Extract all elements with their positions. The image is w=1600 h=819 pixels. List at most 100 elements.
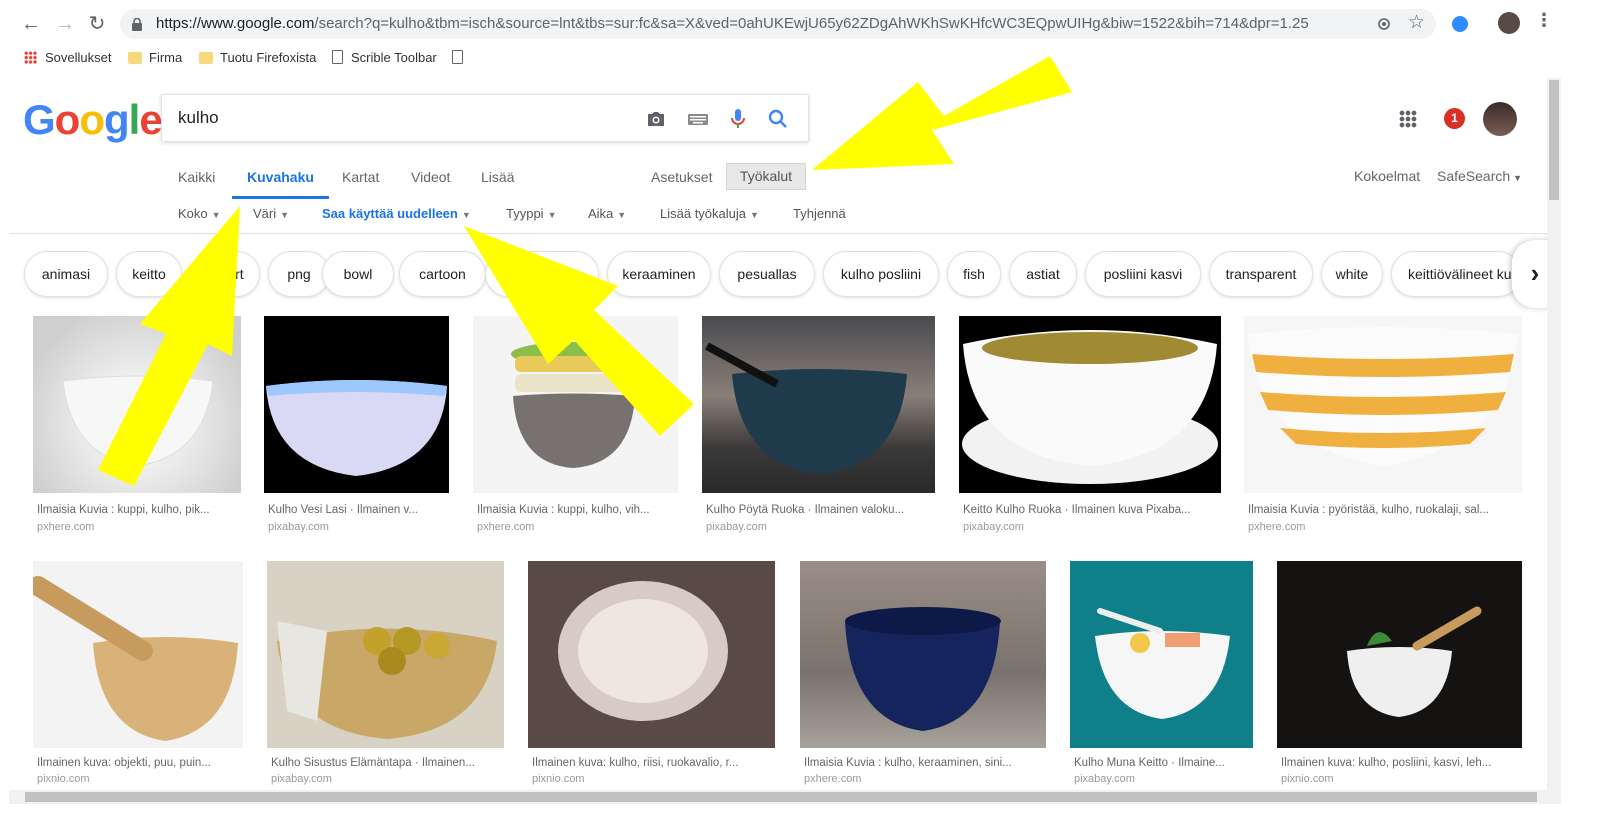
result-thumbnail[interactable] [33, 316, 241, 493]
suggestion-chip[interactable]: clipart [190, 251, 260, 297]
result-source: pixnio.com [37, 773, 90, 785]
image-result[interactable]: Kulho Vesi Lasi · Ilmainen v... pixabay.… [264, 316, 449, 538]
image-result[interactable]: Ilmainen kuva: kulho, riisi, ruokavalio,… [528, 561, 775, 785]
result-thumbnail[interactable] [702, 316, 935, 493]
result-thumbnail[interactable] [473, 316, 678, 493]
filter-more-tools[interactable]: Lisää työkaluja ▼ [660, 206, 759, 221]
vertical-scroll-thumb[interactable] [1549, 80, 1559, 200]
result-source: pixabay.com [1074, 773, 1135, 785]
suggestion-chip[interactable]: cartoon [399, 251, 486, 297]
result-thumbnail[interactable] [267, 561, 504, 748]
caret-down-icon: ▼ [211, 210, 221, 220]
result-caption: Ilmainen kuva: kulho, riisi, ruokavalio,… [532, 757, 739, 769]
tab-kuvahaku[interactable]: Kuvahaku [232, 169, 329, 199]
zoom-extension-icon[interactable] [1452, 16, 1468, 32]
filter-label: Aika [588, 206, 614, 221]
image-result[interactable]: Ilmainen kuva: kulho, posliini, kasvi, l… [1277, 561, 1522, 785]
filter-type[interactable]: Tyyppi ▼ [506, 206, 557, 221]
result-source: pixabay.com [963, 521, 1024, 533]
suggestion-chip[interactable]: white [1321, 251, 1383, 297]
tab-videot[interactable]: Videot [411, 169, 450, 199]
microphone-icon[interactable] [726, 107, 750, 131]
suggestion-chip[interactable]: pesuallas [719, 251, 815, 297]
suggestion-chip[interactable]: transparent [1209, 251, 1313, 297]
suggestion-chip[interactable]: keitto [116, 251, 182, 297]
search-input[interactable]: kulho [178, 108, 219, 128]
filter-label: Saa käyttää uudelleen [322, 206, 458, 221]
page-icon [452, 50, 463, 64]
google-logo[interactable]: Google [23, 96, 163, 144]
filter-clear[interactable]: Tyhjennä [793, 206, 846, 221]
result-thumbnail[interactable] [1244, 316, 1522, 493]
result-thumbnail[interactable] [528, 561, 775, 748]
safesearch-label: SafeSearch [1437, 168, 1511, 184]
settings-link[interactable]: Asetukset [651, 169, 712, 199]
image-result[interactable]: Ilmaisia Kuvia : kulho, keraaminen, sini… [800, 561, 1046, 785]
suggestion-chip[interactable]: posliini kasvi [1085, 251, 1201, 297]
suggestion-chip[interactable]: astiat [1009, 251, 1077, 297]
tab-kartat[interactable]: Kartat [342, 169, 379, 199]
search-box[interactable]: kulho [161, 94, 809, 142]
result-thumbnail[interactable] [800, 561, 1046, 748]
caret-down-icon: ▼ [461, 210, 471, 220]
bowl-image [62, 375, 214, 467]
bookmark-star-icon[interactable]: ☆ [1408, 11, 1425, 34]
image-result[interactable]: Ilmainen kuva: objekti, puu, puin... pix… [33, 561, 243, 785]
result-thumbnail[interactable] [959, 316, 1221, 493]
filter-usage-rights[interactable]: Saa käyttää uudelleen ▼ [322, 206, 471, 221]
suggestion-chip[interactable]: png [268, 251, 330, 297]
reload-icon[interactable]: ↻ [84, 11, 110, 37]
tab-kaikki[interactable]: Kaikki [178, 169, 215, 199]
collections-link[interactable]: Kokoelmat [1354, 168, 1420, 198]
caret-down-icon: ▼ [1513, 173, 1523, 183]
result-source: pixabay.com [706, 521, 767, 533]
filter-label: Väri [253, 206, 277, 221]
search-icon[interactable] [766, 107, 790, 131]
bookmark-untitled[interactable] [452, 48, 471, 68]
bookmark-label: Tuotu Firefoxista [220, 50, 317, 65]
image-result[interactable]: Keitto Kulho Ruoka · Ilmainen kuva Pixab… [959, 316, 1221, 538]
result-thumbnail[interactable] [1070, 561, 1253, 748]
keyboard-icon[interactable] [686, 107, 710, 131]
filter-color[interactable]: Väri ▼ [253, 206, 289, 221]
caret-down-icon: ▼ [547, 210, 557, 220]
location-target-icon[interactable] [1376, 16, 1392, 32]
back-icon[interactable]: ← [18, 11, 44, 37]
horizontal-scroll-thumb[interactable] [25, 792, 1537, 802]
suggestion-chip[interactable]: keraaminen [607, 251, 711, 297]
bookmark-sovellukset[interactable]: Sovellukset [24, 48, 111, 68]
header-divider [9, 233, 1547, 234]
result-thumbnail[interactable] [1277, 561, 1522, 748]
image-result[interactable]: Ilmaisia Kuvia : pyöristää, kulho, ruoka… [1244, 316, 1522, 538]
tools-button[interactable]: Työkalut [726, 163, 806, 190]
forward-icon[interactable]: → [52, 11, 78, 37]
camera-icon[interactable] [644, 107, 668, 131]
browser-menu-icon[interactable]: ⋮ [1535, 10, 1553, 31]
result-thumbnail[interactable] [264, 316, 449, 493]
image-result[interactable]: Kulho Sisustus Elämäntapa · Ilmainen... … [267, 561, 504, 785]
result-thumbnail[interactable] [33, 561, 243, 748]
filter-time[interactable]: Aika ▼ [588, 206, 626, 221]
notification-badge[interactable]: 1 [1444, 108, 1465, 129]
tab-lisaa[interactable]: Lisää [481, 169, 514, 199]
suggestion-chip[interactable]: bowl [322, 251, 394, 297]
bookmark-firma[interactable]: Firma [128, 48, 182, 68]
google-apps-icon[interactable] [1399, 110, 1417, 128]
image-result[interactable]: Ilmaisia Kuvia : kuppi, kulho, vih... px… [473, 316, 678, 538]
address-bar[interactable]: https://www.google.com/search?q=kulho&tb… [120, 9, 1436, 39]
suggestion-chip[interactable]: kulho posliini [823, 251, 939, 297]
bookmark-scrible-toolbar[interactable]: Scrible Toolbar [332, 48, 437, 68]
account-avatar[interactable] [1483, 102, 1517, 136]
mortar-image [33, 576, 238, 741]
profile-avatar[interactable] [1498, 12, 1520, 34]
suggestion-chip[interactable]: animasi [24, 251, 108, 297]
suggestion-chip[interactable]: fish [947, 251, 1001, 297]
image-result[interactable]: Kulho Muna Keitto · Ilmaine... pixabay.c… [1070, 561, 1253, 785]
suggestion-chip[interactable]: keittiövälineet kulho [1391, 251, 1521, 297]
filter-size[interactable]: Koko ▼ [178, 206, 221, 221]
bookmark-tuotu-firefoxista[interactable]: Tuotu Firefoxista [199, 48, 316, 68]
suggestion-chip[interactable]: ikea valko [485, 251, 599, 297]
safesearch-dropdown[interactable]: SafeSearch ▼ [1437, 168, 1522, 198]
image-result[interactable]: Ilmaisia Kuvia : kuppi, kulho, pik... px… [33, 316, 241, 538]
image-result[interactable]: Kulho Pöytä Ruoka · Ilmainen valoku... p… [702, 316, 935, 538]
